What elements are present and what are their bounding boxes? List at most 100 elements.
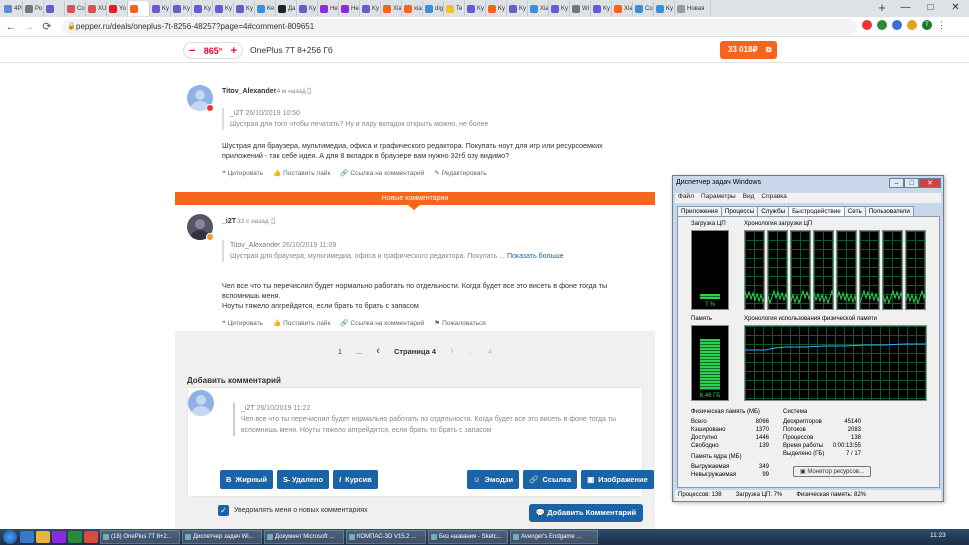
edit-button[interactable]: ✎ Редактировать bbox=[434, 169, 486, 178]
resource-monitor-button[interactable]: ▣ Монитор ресурсов... bbox=[793, 466, 871, 477]
taskbar-app-button[interactable]: КОМПАС-3D V15.2 ... bbox=[346, 530, 426, 544]
browser-tab[interactable]: Co bbox=[65, 1, 86, 16]
browser-tab[interactable]: Te bbox=[444, 1, 465, 16]
show-more-link[interactable]: Показать больше bbox=[507, 253, 564, 260]
close-window-button[interactable]: ✕ bbox=[943, 0, 968, 17]
tm-close-button[interactable]: ✕ bbox=[919, 178, 941, 188]
temperature-value: 865° bbox=[203, 45, 223, 56]
extension-icon[interactable] bbox=[862, 20, 872, 30]
strikethrough-button[interactable]: S̶ Удалено bbox=[276, 470, 330, 489]
report-button[interactable]: ⚑ Пожаловаться bbox=[434, 319, 485, 328]
extension-icon[interactable] bbox=[892, 20, 902, 30]
tm-menu-file[interactable]: Файл bbox=[678, 193, 694, 203]
new-tab-button[interactable]: + bbox=[872, 0, 892, 17]
browser-tab[interactable]: Ky bbox=[234, 1, 255, 16]
taskbar-app-button[interactable]: Документ Microsoft ... bbox=[264, 530, 344, 544]
go-to-deal-button[interactable]: 33 018₽ ⧉ bbox=[720, 41, 777, 59]
browser-tab[interactable]: Ky bbox=[297, 1, 318, 16]
start-button[interactable] bbox=[3, 530, 17, 544]
link-button[interactable]: 🔗 Ссылка на комментарий bbox=[340, 169, 424, 178]
browser-tab[interactable] bbox=[44, 1, 65, 16]
stat-row: Выгружаемая 349 bbox=[691, 464, 769, 470]
forward-icon[interactable]: → bbox=[22, 21, 36, 33]
browser-tab[interactable]: xia bbox=[402, 1, 423, 16]
quote-button[interactable]: ❝ Цитировать bbox=[222, 169, 263, 178]
extension-icon[interactable] bbox=[907, 20, 917, 30]
browser-tab[interactable]: Ky bbox=[360, 1, 381, 16]
reload-icon[interactable]: ⟳ bbox=[40, 20, 54, 33]
taskbar-app-button[interactable]: (18) OnePlus 7T 8+2... bbox=[100, 530, 180, 544]
browser-tab[interactable]: Ke bbox=[255, 1, 276, 16]
browser-tab[interactable]: Новая bbox=[675, 1, 711, 16]
browser-tab[interactable]: 4Pl bbox=[2, 1, 23, 16]
italic-button[interactable]: I Курсив bbox=[333, 470, 378, 489]
tm-menu-view[interactable]: Вид bbox=[743, 193, 755, 203]
app-icon[interactable] bbox=[68, 531, 82, 543]
taskbar-app-button[interactable]: Без названия - Sketc... bbox=[428, 530, 508, 544]
cpu-core-graph bbox=[790, 230, 811, 310]
back-icon[interactable]: ← bbox=[4, 21, 18, 33]
prev-page-icon[interactable]: ‹ bbox=[376, 345, 380, 357]
browser-tab[interactable]: Да bbox=[276, 1, 297, 16]
checkbox-checked-icon[interactable]: ✓ bbox=[218, 505, 229, 516]
browser-tab[interactable]: Ky bbox=[507, 1, 528, 16]
browser-tab[interactable]: Ky bbox=[654, 1, 675, 16]
app-icon[interactable] bbox=[84, 531, 98, 543]
tm-minimize-button[interactable]: – bbox=[889, 178, 904, 188]
image-button[interactable]: ▣ Изображение bbox=[581, 470, 654, 489]
submit-comment-button[interactable]: 💬 Добавить Комментарий bbox=[529, 504, 643, 522]
ie-icon[interactable] bbox=[20, 531, 34, 543]
browser-tab[interactable]: Ky bbox=[213, 1, 234, 16]
media-icon[interactable] bbox=[52, 531, 66, 543]
browser-tab[interactable]: Ky bbox=[591, 1, 612, 16]
browser-tab[interactable]: Xia bbox=[381, 1, 402, 16]
browser-tab[interactable]: Yo bbox=[107, 1, 128, 16]
browser-tab[interactable]: Ky bbox=[486, 1, 507, 16]
tm-maximize-button[interactable]: □ bbox=[904, 178, 919, 188]
folder-icon[interactable] bbox=[36, 531, 50, 543]
browser-tab[interactable]: Ky bbox=[549, 1, 570, 16]
browser-tab[interactable]: XU bbox=[86, 1, 107, 16]
comment-author[interactable]: Titov_Alexander bbox=[222, 88, 276, 95]
taskbar-app-button[interactable]: Диспетчер задач Wi... bbox=[182, 530, 262, 544]
bold-button[interactable]: B Жирный bbox=[220, 470, 273, 489]
tm-menu-options[interactable]: Параметры bbox=[701, 193, 736, 203]
link-button[interactable]: 🔗 Ссылка на комментарий bbox=[340, 319, 424, 328]
comment-time: 33 с назад bbox=[237, 218, 269, 225]
vote-down-button[interactable]: − bbox=[189, 45, 195, 57]
link-insert-button[interactable]: 🔗 Ссылка bbox=[523, 470, 578, 489]
taskbar-app-button[interactable]: Avenger's Endgame ... bbox=[510, 530, 598, 544]
browser-tab[interactable]: Ky bbox=[171, 1, 192, 16]
comment-author[interactable]: _i2T bbox=[222, 218, 236, 225]
browser-tab[interactable]: He bbox=[339, 1, 360, 16]
kernel-mem-table: Выгружаемая 349 Невыгружаемая 99 bbox=[691, 463, 769, 479]
like-button[interactable]: 👍 Поставить лайк bbox=[273, 319, 330, 328]
browser-tab[interactable] bbox=[128, 1, 150, 16]
browser-tab[interactable]: Ky bbox=[465, 1, 486, 16]
minimize-button[interactable]: — bbox=[893, 0, 918, 17]
browser-tab[interactable]: Co bbox=[633, 1, 654, 16]
browser-tab[interactable]: He bbox=[318, 1, 339, 16]
browser-tab[interactable]: dig bbox=[423, 1, 444, 16]
browser-tab[interactable]: Xia bbox=[528, 1, 549, 16]
like-button[interactable]: 👍 Поставить лайк bbox=[273, 169, 330, 178]
browser-tab[interactable]: Ky bbox=[150, 1, 171, 16]
quote-button[interactable]: ❝ Цитировать bbox=[222, 319, 263, 328]
tm-menu-help[interactable]: Справка bbox=[761, 193, 787, 203]
profile-avatar[interactable]: T bbox=[922, 20, 932, 30]
page-first[interactable]: 1 bbox=[338, 347, 342, 356]
browser-tab[interactable]: Xia bbox=[612, 1, 633, 16]
monitor-icon: ▣ bbox=[800, 469, 806, 475]
vote-up-button[interactable]: + bbox=[231, 45, 237, 57]
url-field[interactable]: 🔒 pepper.ru/deals/oneplus-7t-8256-48257?… bbox=[62, 19, 857, 35]
browser-tab[interactable]: Wi bbox=[570, 1, 591, 16]
browser-tab[interactable]: Ро bbox=[23, 1, 44, 16]
memory-value: 6,46 ГБ bbox=[699, 393, 721, 399]
maximize-button[interactable]: □ bbox=[918, 0, 943, 17]
menu-dots-icon[interactable]: ⋮ bbox=[937, 20, 946, 31]
browser-tab[interactable]: Ky bbox=[192, 1, 213, 16]
link-icon: 🔗 bbox=[340, 170, 349, 177]
notify-option[interactable]: ✓ Уведомлять меня о новых комментариях bbox=[218, 505, 368, 516]
extension-icon[interactable] bbox=[877, 20, 887, 30]
emoji-button[interactable]: ☺ Эмодзи bbox=[467, 470, 520, 489]
